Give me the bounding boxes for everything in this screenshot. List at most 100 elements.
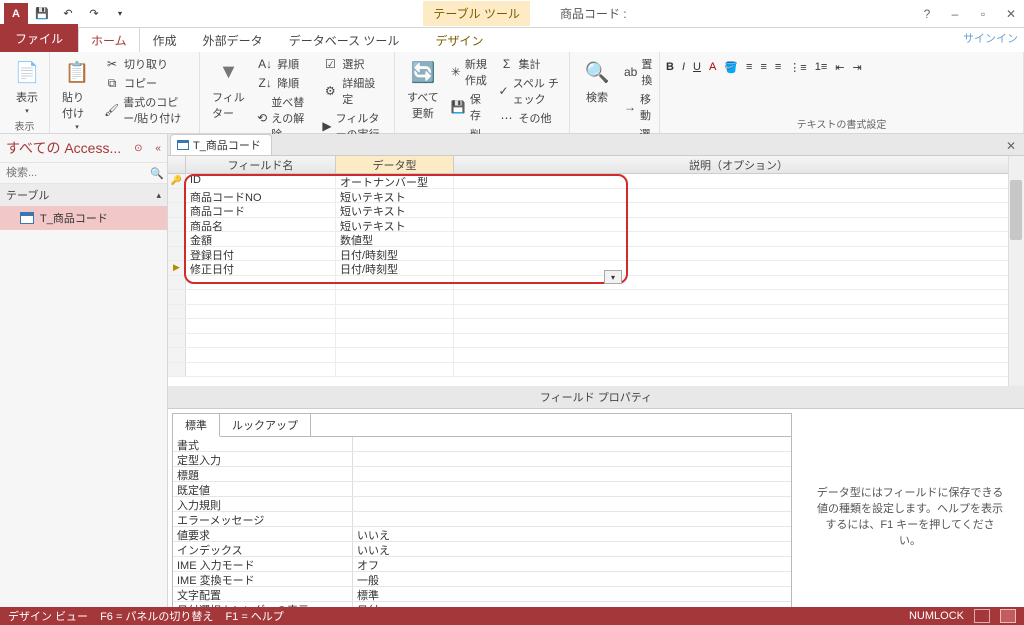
field-name-cell[interactable]: 登録日付 [186,247,336,261]
field-row[interactable]: 🔑IDオートナンバー型 [168,174,1024,189]
property-row[interactable]: 書式 [173,437,791,452]
field-name-cell[interactable]: 商品名 [186,218,336,232]
property-value[interactable]: 標準 [353,587,791,601]
property-row[interactable]: 文字配置標準 [173,587,791,602]
property-row[interactable]: エラーメッセージ [173,512,791,527]
tab-create[interactable]: 作成 [140,27,190,52]
tab-design[interactable]: デザイン [422,27,496,52]
property-row[interactable]: インデックスいいえ [173,542,791,557]
field-name-cell[interactable]: 商品コードNO [186,189,336,203]
empty-row[interactable] [168,319,1024,334]
empty-row[interactable] [168,348,1024,363]
minimize-button[interactable]: – [946,7,964,21]
property-row[interactable]: 値要求いいえ [173,527,791,542]
data-type-cell[interactable]: 数値型 [336,232,454,246]
refresh-all-button[interactable]: 🔄すべて 更新 [401,55,445,123]
indent-inc-button[interactable]: ⇥ [852,61,861,74]
bold-button[interactable]: B [666,61,674,73]
field-row[interactable]: 商品コードNO短いテキスト [168,189,1024,204]
description-cell[interactable] [454,203,1024,217]
help-button[interactable]: ? [918,7,936,21]
description-cell[interactable] [454,232,1024,246]
empty-row[interactable] [168,334,1024,349]
search-input[interactable] [4,165,150,181]
property-value[interactable] [353,437,791,451]
prop-tab-general[interactable]: 標準 [173,414,220,437]
underline-button[interactable]: U [693,61,701,73]
field-row[interactable]: 商品名短いテキスト [168,218,1024,233]
property-row[interactable]: IME 入力モードオフ [173,557,791,572]
empty-row[interactable] [168,305,1024,320]
data-type-cell[interactable]: 日付/時刻型 [336,261,454,275]
doc-close-icon[interactable]: ✕ [1000,137,1022,155]
description-cell[interactable] [454,189,1024,203]
field-row[interactable]: 商品コード短いテキスト [168,203,1024,218]
empty-row[interactable] [168,290,1024,305]
sort-asc-button[interactable]: A↓昇順 [255,55,316,73]
property-row[interactable]: 入力規則 [173,497,791,512]
col-field-name[interactable]: フィールド名 [186,156,336,173]
view-design-icon[interactable] [1000,609,1016,623]
save-record-button[interactable]: 💾保存 [449,90,493,124]
bullets-button[interactable]: ⋮≡ [789,61,806,74]
find-button[interactable]: 🔍検索 [576,55,618,107]
field-name-cell[interactable]: ID [186,174,336,188]
property-value[interactable] [353,512,791,526]
goto-button[interactable]: →移動 [622,90,657,124]
tab-file[interactable]: ファイル [0,24,78,52]
numbering-button[interactable]: 1≡ [815,61,828,73]
signin-link[interactable]: サインイン [963,30,1018,46]
col-description[interactable]: 説明（オプション） [454,156,1024,173]
chevron-left-icon[interactable]: « [155,143,161,154]
indent-dec-button[interactable]: ⇤ [835,61,844,74]
prop-tab-lookup[interactable]: ルックアップ [220,414,311,436]
spellcheck-button[interactable]: ✓スペル チェック [497,74,563,108]
data-type-cell[interactable]: 短いテキスト [336,203,454,217]
data-type-cell[interactable]: 短いテキスト [336,189,454,203]
undo-qat-button[interactable]: ↶ [56,3,80,25]
data-type-cell[interactable]: 短いテキスト [336,218,454,232]
filter-advanced-button[interactable]: ⚙詳細設定 [320,74,388,108]
tab-home[interactable]: ホーム [78,27,140,52]
field-name-cell[interactable]: 商品コード [186,203,336,217]
data-type-cell[interactable]: オートナンバー型 [336,174,454,188]
nav-category-tables[interactable]: テーブル▴ [0,184,167,206]
save-qat-button[interactable]: 💾 [30,3,54,25]
vertical-scrollbar[interactable] [1008,156,1024,386]
tab-dbtools[interactable]: データベース ツール [276,27,413,52]
sort-desc-button[interactable]: Z↓降順 [255,74,316,92]
document-tab[interactable]: T_商品コード [170,134,272,155]
property-value[interactable]: オフ [353,557,791,571]
font-color-button[interactable]: A [709,61,716,73]
field-row[interactable]: ▶修正日付日付/時刻型 [168,261,1024,276]
copy-button[interactable]: ⧉コピー [102,74,193,92]
property-row[interactable]: 既定値 [173,482,791,497]
field-row[interactable]: 登録日付日付/時刻型 [168,247,1024,262]
filter-button[interactable]: ▼フィルター [206,55,251,123]
nav-header[interactable]: すべての Access...⊙« [0,134,167,163]
field-name-cell[interactable]: 修正日付 [186,261,336,275]
replace-button[interactable]: ab置換 [622,55,657,89]
cut-button[interactable]: ✂切り取り [102,55,193,73]
redo-qat-button[interactable]: ↷ [82,3,106,25]
property-row[interactable]: IME 変換モード一般 [173,572,791,587]
property-value[interactable]: 一般 [353,572,791,586]
new-record-button[interactable]: ✳新規作成 [449,55,493,89]
search-icon[interactable]: 🔍 [150,167,164,180]
property-row[interactable]: 定型入力 [173,452,791,467]
view-datasheet-icon[interactable] [974,609,990,623]
paste-button[interactable]: 📋貼り付け▾ [56,55,98,133]
qat-customize[interactable]: ▾ [108,3,132,25]
property-value[interactable] [353,467,791,481]
fill-color-button[interactable]: 🪣 [724,61,738,74]
property-row[interactable]: 標題 [173,467,791,482]
datatype-dropdown-arrow[interactable]: ▾ [604,270,622,284]
filter-select-button[interactable]: ☑選択 [320,55,388,73]
property-value[interactable]: いいえ [353,542,791,556]
format-painter-button[interactable]: 🖌書式のコピー/貼り付け [102,93,193,127]
description-cell[interactable] [454,247,1024,261]
field-name-cell[interactable]: 金額 [186,232,336,246]
totals-button[interactable]: Σ集計 [497,55,563,73]
tab-external[interactable]: 外部データ [190,27,276,52]
col-data-type[interactable]: データ型 [336,156,454,173]
